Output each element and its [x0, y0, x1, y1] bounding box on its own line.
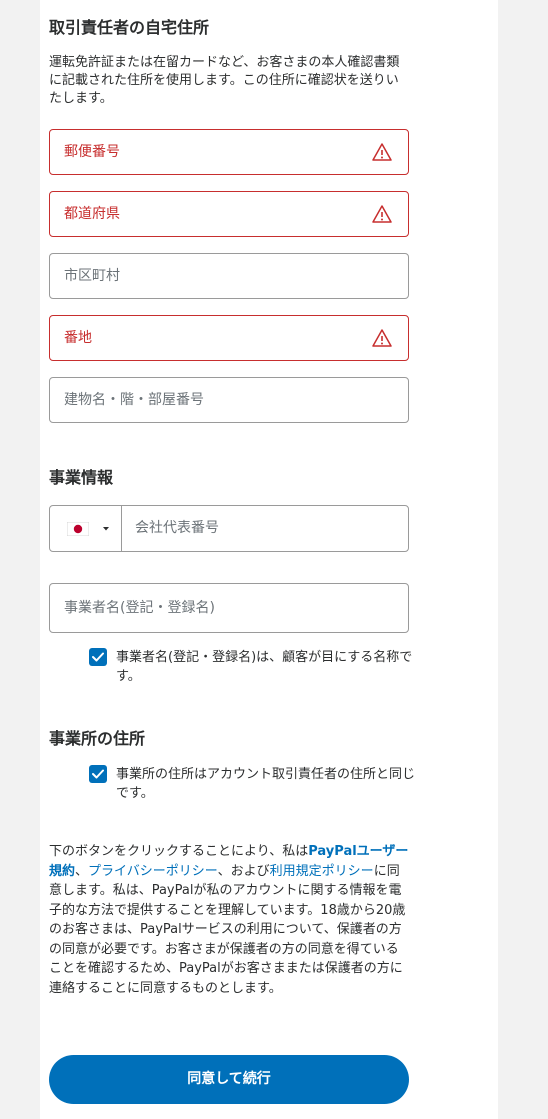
business-name-checkbox[interactable]: [89, 648, 107, 666]
same-address-checkbox-label[interactable]: 事業所の住所はアカウント取引責任者の住所と同じです。: [116, 765, 416, 803]
country-code-select[interactable]: [50, 506, 122, 551]
privacy-policy-link[interactable]: プライバシーポリシー: [88, 864, 218, 879]
city-field[interactable]: 市区町村: [49, 253, 409, 299]
warning-icon: [372, 205, 392, 223]
building-field[interactable]: 建物名・階・部屋番号: [49, 377, 409, 423]
checkmark-icon: [92, 652, 104, 662]
checkmark-icon: [92, 769, 104, 779]
business-name-checkbox-label[interactable]: 事業者名(登記・登録名)は、顧客が目にする名称です。: [116, 648, 416, 686]
prefecture-label: 都道府県: [64, 206, 120, 222]
company-phone-placeholder[interactable]: 会社代表番号: [135, 506, 219, 551]
japan-flag-icon: [67, 522, 89, 536]
legal-text-part1: 下のボタンをクリックすることにより、私は: [49, 844, 309, 859]
prefecture-field[interactable]: 都道府県: [49, 191, 409, 237]
caret-down-icon: [103, 527, 109, 531]
postal-code-field[interactable]: 郵便番号: [49, 129, 409, 175]
legal-agreement-text: 下のボタンをクリックすることにより、私はPayPalユーザー規約、プライバシーポ…: [49, 842, 409, 998]
postal-code-label: 郵便番号: [64, 144, 120, 160]
business-name-field[interactable]: 事業者名(登記・登録名): [49, 583, 409, 633]
street-field[interactable]: 番地: [49, 315, 409, 361]
warning-icon: [372, 143, 392, 161]
same-address-checkbox[interactable]: [89, 765, 107, 783]
home-address-description: 運転免許証または在留カードなど、お客さまの本人確認書類に記載された住所を使用しま…: [49, 55, 400, 106]
warning-icon: [372, 329, 392, 347]
home-address-title: 取引責任者の自宅住所: [49, 18, 210, 37]
legal-separator: 、: [75, 863, 89, 879]
agree-and-continue-button[interactable]: 同意して続行: [49, 1055, 409, 1104]
company-phone-field: 会社代表番号: [49, 505, 409, 552]
business-address-title: 事業所の住所: [49, 729, 146, 748]
business-name-placeholder: 事業者名(登記・登録名): [64, 600, 215, 616]
city-label: 市区町村: [64, 268, 120, 284]
legal-separator: 、および: [217, 863, 270, 879]
street-label: 番地: [64, 330, 92, 346]
acceptable-use-policy-link[interactable]: 利用規定ポリシー: [270, 864, 374, 879]
business-info-title: 事業情報: [49, 468, 114, 487]
legal-text-part2: に同意します。私は、PayPalが私のアカウントに関する情報を電子的な方法で提供…: [49, 863, 406, 996]
building-label: 建物名・階・部屋番号: [64, 392, 204, 408]
